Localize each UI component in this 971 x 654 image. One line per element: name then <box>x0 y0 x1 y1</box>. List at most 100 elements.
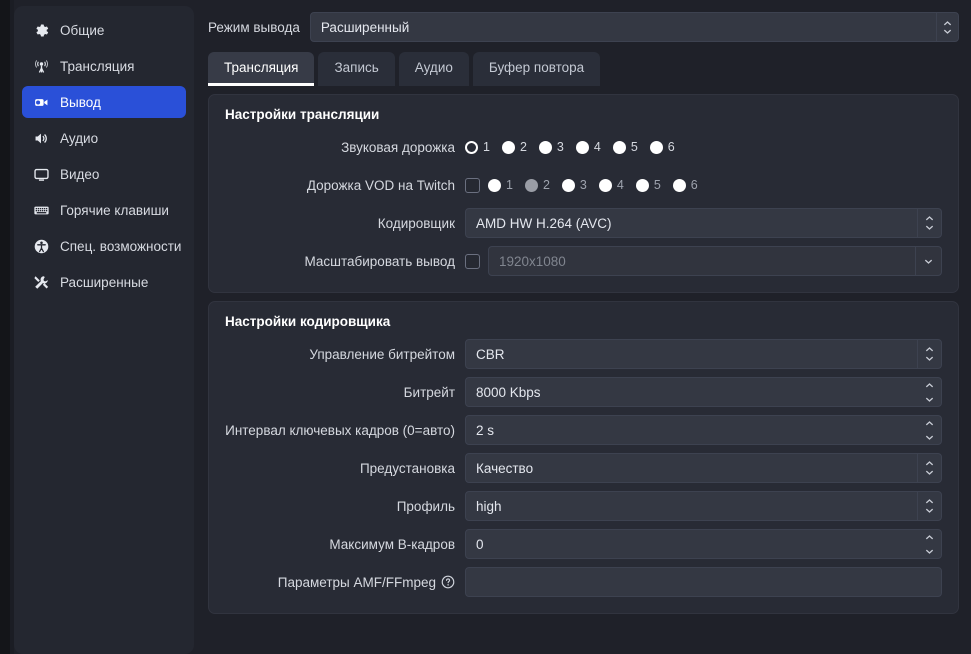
encoder-combobox[interactable]: AMD HW H.264 (AVC) <box>465 208 942 238</box>
chevron-up-icon <box>925 347 934 352</box>
chevron-down-icon <box>925 508 934 513</box>
tab-label: Трансляция <box>224 60 299 75</box>
radio-icon[interactable] <box>649 140 663 154</box>
spinbox-arrows[interactable] <box>917 378 941 406</box>
audio-track-option-2[interactable]: 2 <box>501 140 527 154</box>
sidebar-item-audio[interactable]: Аудио <box>22 122 186 154</box>
max-bframes-row: Максимум B-кадров 0 <box>225 529 942 559</box>
preset-label: Предустановка <box>359 460 455 476</box>
radio-icon[interactable] <box>561 178 575 192</box>
sidebar-item-output[interactable]: Вывод <box>22 86 186 118</box>
sidebar-item-general[interactable]: Общие <box>22 14 186 46</box>
rate-control-label: Управление битрейтом <box>309 346 455 362</box>
tab-label: Буфер повтора <box>488 60 585 75</box>
sidebar-item-accessibility[interactable]: Спец. возможности <box>22 230 186 262</box>
radio-icon[interactable] <box>501 140 515 154</box>
radio-icon[interactable] <box>575 140 589 154</box>
tab-audio[interactable]: Аудио <box>398 52 469 86</box>
tab-recording[interactable]: Запись <box>318 52 395 86</box>
preset-value: Качество <box>476 460 534 476</box>
keyframe-interval-spinbox[interactable]: 2 s <box>465 415 942 445</box>
encoder-label: Кодировщик <box>377 215 455 231</box>
combo-spinner[interactable] <box>917 492 941 520</box>
sidebar-item-video[interactable]: Видео <box>22 158 186 190</box>
keyframe-interval-label: Интервал ключевых кадров (0=авто) <box>225 422 455 438</box>
audio-track-option-4[interactable]: 4 <box>575 140 601 154</box>
rate-control-value: CBR <box>476 346 505 362</box>
chevron-up-icon <box>925 534 933 539</box>
radio-label: 5 <box>630 140 638 154</box>
sidebar-item-label: Аудио <box>60 130 99 146</box>
bitrate-row: Битрейт 8000 Kbps <box>225 377 942 407</box>
rescale-resolution-value: 1920x1080 <box>499 253 566 269</box>
chevron-up-icon <box>943 20 952 25</box>
radio-icon[interactable] <box>612 140 626 154</box>
combo-spinner[interactable] <box>917 454 941 482</box>
chevron-down-icon <box>925 225 934 230</box>
sidebar-item-advanced[interactable]: Расширенные <box>22 266 186 298</box>
output-mode-combobox[interactable]: Расширенный <box>309 12 959 42</box>
amf-ffmpeg-options-input[interactable] <box>465 567 942 597</box>
audio-track-option-1[interactable]: 1 <box>465 140 490 154</box>
twitch-vod-option-1[interactable]: 1 <box>488 178 513 192</box>
preset-combobox[interactable]: Качество <box>465 453 942 483</box>
audio-track-option-3[interactable]: 3 <box>538 140 564 154</box>
radio-icon[interactable] <box>524 178 538 192</box>
spinbox-arrows[interactable] <box>917 530 941 558</box>
audio-track-option-5[interactable]: 5 <box>612 140 638 154</box>
profile-label: Профиль <box>396 498 455 514</box>
twitch-vod-option-4[interactable]: 4 <box>598 178 624 192</box>
chevron-up-icon <box>925 420 933 425</box>
gear-icon <box>32 21 50 39</box>
spinbox-arrows[interactable] <box>917 416 941 444</box>
radio-icon[interactable] <box>672 178 686 192</box>
radio-icon[interactable] <box>538 140 552 154</box>
output-mode-row: Режим вывода Расширенный <box>196 0 971 42</box>
chevron-up-icon <box>925 382 933 387</box>
max-bframes-spinbox[interactable]: 0 <box>465 529 942 559</box>
twitch-vod-option-3[interactable]: 3 <box>561 178 587 192</box>
combo-spinner[interactable] <box>936 13 958 41</box>
broadcast-icon <box>32 57 50 75</box>
radio-icon[interactable] <box>465 140 478 154</box>
twitch-vod-option-5[interactable]: 5 <box>635 178 661 192</box>
twitch-vod-track-checkbox[interactable] <box>465 177 480 193</box>
rate-control-combobox[interactable]: CBR <box>465 339 942 369</box>
tools-icon <box>32 273 50 291</box>
chevron-up-icon <box>925 499 934 504</box>
twitch-vod-radio-group: 1 2 3 4 5 6 <box>488 178 710 192</box>
audio-track-option-6[interactable]: 6 <box>649 140 675 154</box>
sidebar-item-label: Спец. возможности <box>60 238 182 254</box>
rescale-output-checkbox[interactable] <box>465 253 480 269</box>
sidebar-item-label: Видео <box>60 166 100 182</box>
sidebar-item-stream[interactable]: Трансляция <box>22 50 186 82</box>
radio-icon[interactable] <box>635 178 649 192</box>
chevron-up-icon <box>925 461 934 466</box>
chevron-down-icon <box>925 356 934 361</box>
help-circle-icon[interactable] <box>441 575 455 589</box>
chevron-down-icon <box>925 470 934 475</box>
sidebar-item-label: Общие <box>60 22 105 38</box>
tab-label: Аудио <box>414 60 453 75</box>
radio-label: 4 <box>616 178 624 192</box>
twitch-vod-track-row: Дорожка VOD на Twitch 1 2 3 4 5 6 <box>225 170 942 200</box>
combo-spinner[interactable] <box>917 340 941 368</box>
chevron-down-icon[interactable] <box>915 247 941 275</box>
radio-icon[interactable] <box>598 178 612 192</box>
radio-label: 1 <box>506 178 513 192</box>
radio-label: 2 <box>519 140 527 154</box>
radio-icon[interactable] <box>488 178 501 192</box>
bitrate-spinbox[interactable]: 8000 Kbps <box>465 377 942 407</box>
twitch-vod-option-2[interactable]: 2 <box>524 178 550 192</box>
chevron-down-icon <box>925 435 933 440</box>
rescale-resolution-combobox[interactable]: 1920x1080 <box>488 246 942 276</box>
profile-combobox[interactable]: high <box>465 491 942 521</box>
sidebar-item-hotkeys[interactable]: Горячие клавиши <box>22 194 186 226</box>
tab-replay-buffer[interactable]: Буфер повтора <box>472 52 601 86</box>
twitch-vod-option-6[interactable]: 6 <box>672 178 698 192</box>
radio-label: 1 <box>483 140 490 154</box>
tab-streaming[interactable]: Трансляция <box>208 52 315 86</box>
combo-spinner[interactable] <box>917 209 941 237</box>
output-mode-value: Расширенный <box>320 19 410 35</box>
encoder-settings-group: Настройки кодировщика Управление битрейт… <box>208 301 959 614</box>
